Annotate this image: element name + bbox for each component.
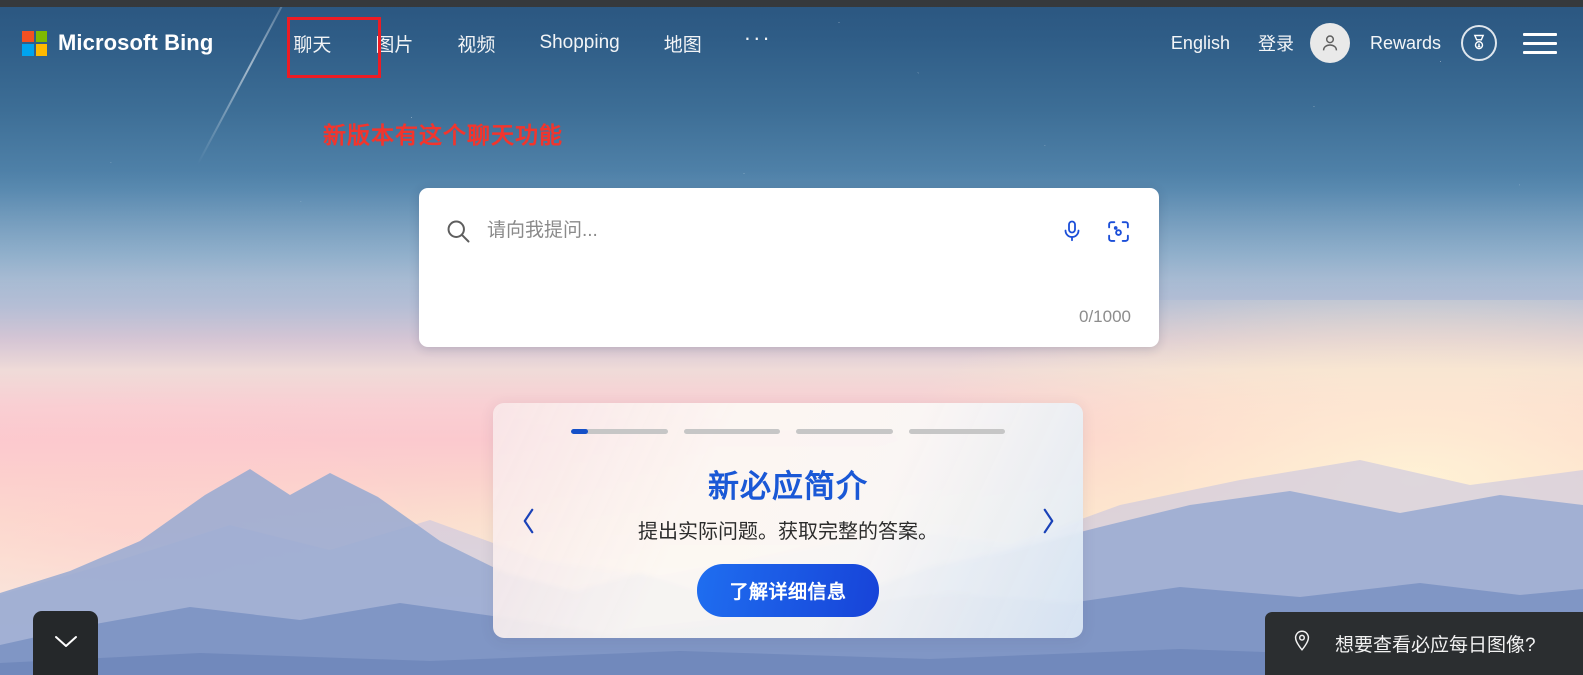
carousel-title: 新必应简介 [708, 469, 868, 504]
learn-more-button[interactable]: 了解详细信息 [697, 564, 879, 617]
rewards-medal-icon[interactable] [1461, 25, 1497, 61]
rewards-link[interactable]: Rewards [1356, 27, 1455, 60]
site-header: Microsoft Bing 聊天 图片 视频 Shopping 地图 ··· … [0, 7, 1583, 79]
search-box[interactable]: 0/1000 [419, 188, 1159, 347]
intro-carousel-card: 新必应简介 提出实际问题。获取完整的答案。 了解详细信息 [493, 403, 1083, 638]
scroll-down-button[interactable] [33, 611, 98, 675]
visual-search-icon[interactable] [1103, 216, 1133, 246]
nav-more-icon[interactable]: ··· [724, 27, 792, 56]
sign-in-link[interactable]: 登录 [1244, 24, 1308, 62]
nav-item-chat[interactable]: 聊天 [271, 22, 353, 65]
chevron-left-icon[interactable] [511, 501, 545, 541]
carousel-cta-wrap: 了解详细信息 [493, 564, 1083, 617]
person-avatar-icon[interactable] [1309, 23, 1350, 63]
daily-image-tooltip[interactable]: 想要查看必应每日图像? [1265, 612, 1583, 675]
search-action-icons [1057, 216, 1139, 246]
microsoft-logo-icon [22, 30, 47, 56]
carousel-progress-2[interactable] [683, 429, 780, 434]
chevron-right-icon[interactable] [1031, 501, 1065, 541]
brand-name: Microsoft Bing [58, 30, 214, 55]
location-pin-icon [1291, 629, 1313, 658]
carousel-progress-1[interactable] [571, 429, 668, 434]
nav-item-maps[interactable]: 地图 [642, 22, 724, 65]
carousel-progress-4[interactable] [908, 429, 1005, 434]
nav-item-images[interactable]: 图片 [353, 22, 435, 65]
bing-logo[interactable]: Microsoft Bing [22, 30, 213, 56]
nav-item-videos[interactable]: 视频 [435, 22, 517, 65]
carousel-progress-3[interactable] [796, 429, 893, 434]
carousel-progress-indicators [493, 403, 1083, 434]
browser-top-strip [0, 0, 1583, 7]
carousel-subtitle: 提出实际问题。获取完整的答案。 [638, 521, 938, 543]
character-counter: 0/1000 [1079, 307, 1131, 326]
chevron-down-icon [52, 632, 80, 655]
daily-image-tooltip-text: 想要查看必应每日图像? [1335, 635, 1536, 656]
microphone-icon[interactable] [1057, 216, 1087, 246]
search-input-row [419, 188, 1159, 254]
nav-item-shopping[interactable]: Shopping [517, 24, 641, 62]
primary-navigation: 聊天 图片 视频 Shopping 地图 ··· [271, 22, 791, 65]
header-right-group: English 登录 Rewards [1157, 23, 1561, 63]
search-input[interactable] [475, 220, 1057, 242]
annotation-label: 新版本有这个聊天功能 [323, 122, 563, 148]
language-selector[interactable]: English [1157, 27, 1244, 60]
hamburger-menu-icon[interactable] [1523, 32, 1557, 54]
search-icon [441, 214, 475, 248]
